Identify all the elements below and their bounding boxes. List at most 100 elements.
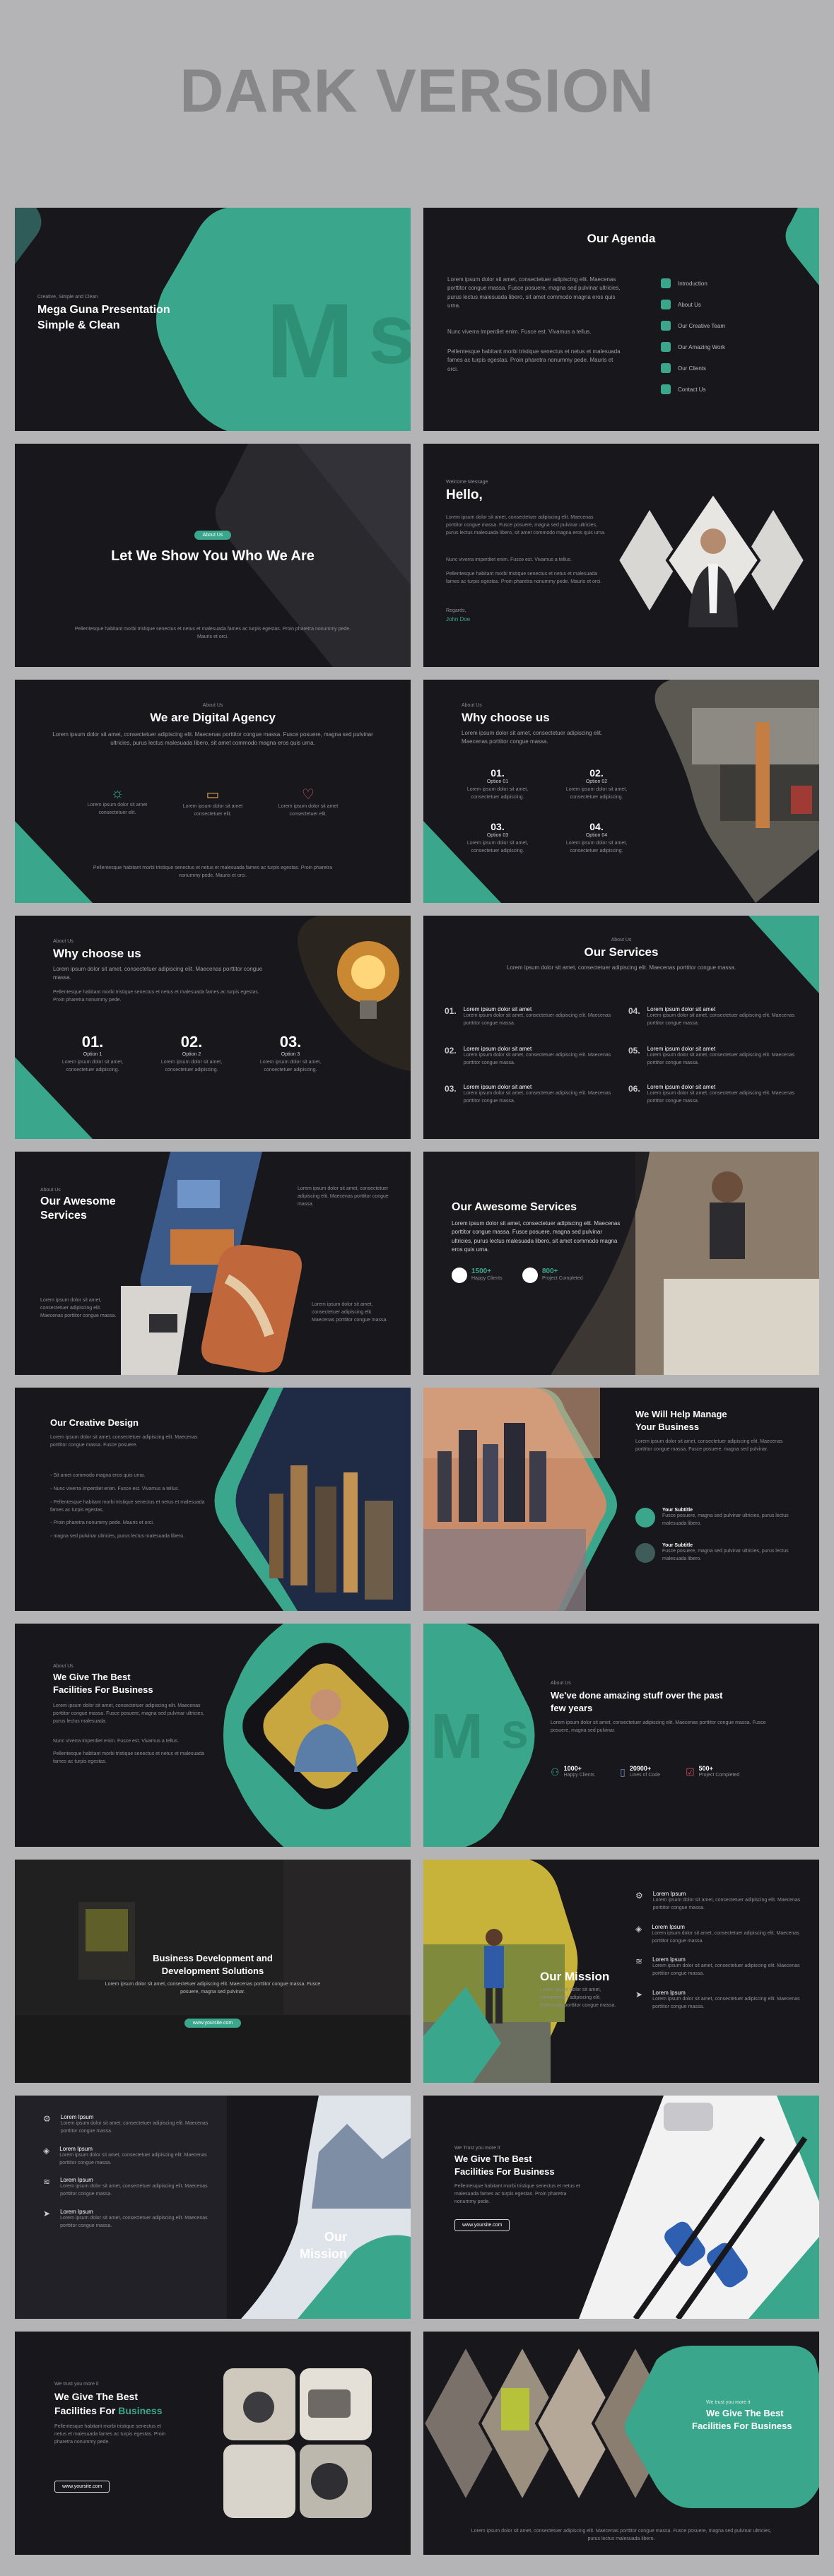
- cube-icon: ◈: [43, 2145, 50, 2156]
- meeting-photo: [423, 1152, 819, 1375]
- service-item: 04. Lorem ipsum dolor sit amet Lorem ipsum…: [628, 1006, 795, 1026]
- users-icon: ⚇: [551, 1766, 560, 1778]
- mission2-title-2: Mission: [299, 2247, 347, 2261]
- cover-title-line1: Mega Guna Presentation: [37, 304, 170, 316]
- mission-item: ⚙ Lorem Ipsum Lorem ipsum dolor sit amet, …: [43, 2114, 213, 2136]
- bizdev-body: Lorem ipsum dolor sit amet, consectetuer…: [105, 1982, 321, 1995]
- cube-icon: ◈: [635, 1923, 642, 1934]
- slide-mission-runner[interactable]: Our Mission Lorem ipsum dolor sit amet, …: [423, 1860, 819, 2083]
- layers-icon: ≋: [635, 1956, 643, 1967]
- option-block: 03. Option 3 Lorem ipsum dolor sit amet, c…: [259, 1033, 322, 1073]
- hello-title: Hello,: [446, 488, 483, 502]
- slide-awesome-collage[interactable]: About Us Our Awesome Services Lorem ipsu…: [15, 1152, 411, 1375]
- bullet-item: ◦ Pellentesque habitant morbi tristique …: [50, 1499, 205, 1513]
- dumbbell-photo: [579, 2096, 819, 2319]
- website-button[interactable]: www.yoursite.com: [454, 2219, 510, 2231]
- stat-item: ☑ 500+ Project Completed: [686, 1765, 740, 1778]
- cover-title-line2: Simple & Clean: [37, 319, 120, 331]
- agenda-item[interactable]: Introduction: [661, 273, 725, 294]
- why-body: Lorem ipsum dolor sit amet, consectetuer…: [462, 730, 603, 745]
- check-icon: [661, 363, 671, 373]
- collage2-button-wrap: www.yoursite.com: [54, 2478, 110, 2493]
- slide-facilities-diamonds[interactable]: We trust you more it We Give The Best Fa…: [423, 2332, 819, 2555]
- creative-body: Lorem ipsum dolor sit amet, consectetuer…: [50, 1435, 198, 1448]
- diamond-photos: [423, 2342, 819, 2508]
- collage2-title-2: Facilities For Business: [54, 2405, 163, 2416]
- hello-para-3: Pellentesque habitant morbi tristique se…: [446, 572, 602, 584]
- website-button[interactable]: www.yoursite.com: [54, 2481, 110, 2493]
- slide-facilities-dumbbells[interactable]: We Trust you more it We Give The Best Fa…: [423, 2096, 819, 2319]
- bullet-item: ◦ magna sed pulvinar ultricies, purus le…: [50, 1534, 185, 1540]
- collage2-title-1: We Give The Best: [54, 2391, 139, 2402]
- who-body: Pellentesque habitant morbi tristique se…: [74, 627, 351, 639]
- collage2-body: Pellentesque habitant morbi tristique se…: [54, 2424, 166, 2445]
- slide-creative-design[interactable]: Our Creative Design Lorem ipsum dolor si…: [15, 1388, 411, 1611]
- mission-item: ➤ Lorem Ipsum Lorem ipsum dolor sit amet, …: [635, 1990, 805, 2011]
- facilities-para-1: Lorem ipsum dolor sit amet, consectetuer…: [53, 1703, 204, 1724]
- service-item: 03. Lorem ipsum dolor sit amet Lorem ipsum…: [445, 1084, 611, 1104]
- checkbox-icon: ☑: [686, 1766, 695, 1778]
- slide-facilities-portrait[interactable]: About Us We Give The Best Facilities For…: [15, 1624, 411, 1847]
- collage2-kicker: We trust you more it: [54, 2382, 99, 2387]
- amazing-title-2: few years: [551, 1703, 593, 1713]
- manage-title-2: Your Business: [635, 1422, 700, 1432]
- hello-signature: John Doe: [446, 616, 471, 622]
- agenda-para-1: Lorem ipsum dolor sit amet, consectetuer…: [447, 276, 621, 309]
- slide-mission-snow[interactable]: ⚙ Lorem Ipsum Lorem ipsum dolor sit amet, …: [15, 2096, 411, 2319]
- website-button[interactable]: www.yoursite.com: [184, 2019, 242, 2028]
- services-body: Lorem ipsum dolor sit amet, consectetuer…: [506, 964, 736, 971]
- agenda-item[interactable]: Our Clients: [661, 358, 725, 379]
- user-icon: [452, 1268, 467, 1283]
- manage-sub-1: Your Subtitle Fusce posuere, magna sed pu…: [635, 1508, 805, 1528]
- awesome-title: Our Awesome Services: [452, 1201, 577, 1213]
- layers-icon: ≋: [43, 2177, 51, 2187]
- collage-kicker: About Us: [40, 1188, 61, 1193]
- mission-body: Lorem ipsum dolor sit amet, consectetuer…: [540, 1987, 616, 2008]
- agenda-item[interactable]: Our Creative Team: [661, 315, 725, 336]
- slide-facilities-collage[interactable]: We trust you more it We Give The Best Fa…: [15, 2332, 411, 2555]
- facilities-title-1: We Give The Best: [53, 1672, 131, 1682]
- service-item: 02. Lorem ipsum dolor sit amet Lorem ipsum…: [445, 1046, 611, 1065]
- service-item: 05. Lorem ipsum dolor sit amet Lorem ipsum…: [628, 1046, 795, 1065]
- slide-business-development[interactable]: Business Development and Development Sol…: [15, 1860, 411, 2083]
- check-icon: [661, 300, 671, 309]
- slide-agenda[interactable]: Our Agenda Lorem ipsum dolor sit amet, c…: [423, 208, 819, 431]
- slide-amazing-stats[interactable]: M s About Us We've done amazing stuff ov…: [423, 1624, 819, 1847]
- awesome-body: Lorem ipsum dolor sit amet, consectetuer…: [452, 1220, 621, 1253]
- dumbbell-kicker: We Trust you more it: [454, 2146, 500, 2151]
- bullet-item: ◦ Nunc viverra imperdiet enim. Fusce est…: [50, 1486, 180, 1491]
- agenda-item[interactable]: Our Amazing Work: [661, 336, 725, 358]
- slide-hello[interactable]: Welcome Message Hello, Lorem ipsum dolor…: [423, 444, 819, 667]
- slide-who-we-are[interactable]: About Us Let We Show You Who We Are Pell…: [15, 444, 411, 667]
- creative-title: Our Creative Design: [50, 1417, 139, 1428]
- slide-digital-agency[interactable]: About Us We are Digital Agency Lorem ips…: [15, 680, 411, 903]
- agenda-item[interactable]: About Us: [661, 294, 725, 315]
- service-item: 06. Lorem ipsum dolor sit amet Lorem ipsum…: [628, 1084, 795, 1104]
- hello-kicker: Welcome Message: [446, 480, 488, 485]
- collage-title-2: Services: [40, 1210, 87, 1222]
- slide-manage-business[interactable]: We Will Help Manage Your Business Lorem …: [423, 1388, 819, 1611]
- agency-col: ▭ Lorem ipsum dolor sit amet consectetue…: [174, 786, 252, 819]
- office-photo: [654, 680, 819, 903]
- portrait-diamonds: [616, 493, 807, 627]
- slide-why-choose-photo[interactable]: About Us Why choose us Lorem ipsum dolor…: [423, 680, 819, 903]
- amazing-stats-row: ⚇ 1000+ Happy Clients ▯ 20900+ Lines of Code…: [551, 1765, 739, 1780]
- option-block: 04. Option 04 Lorem ipsum dolor sit amet, …: [565, 821, 628, 853]
- slide-cover[interactable]: M s Creative, Simple and Clean Mega Guna…: [15, 208, 411, 431]
- slide-why-choose-bulb[interactable]: About Us Why choose us Lorem ipsum dolor…: [15, 916, 411, 1139]
- diamond-title-2: Facilities For Business: [692, 2421, 792, 2431]
- slide-awesome-photo[interactable]: Our Awesome Services Lorem ipsum dolor s…: [423, 1152, 819, 1375]
- slide-services-list[interactable]: About Us Our Services Lorem ipsum dolor …: [423, 916, 819, 1139]
- bullet-item: ◦ Sit amet commodo magna eros quis urna.: [50, 1473, 146, 1478]
- mission-item: ≋ Lorem Ipsum Lorem ipsum dolor sit amet, …: [635, 1956, 805, 1978]
- photo-grid: [223, 2368, 372, 2518]
- agenda-para-3: Pellentesque habitant morbi tristique se…: [447, 348, 621, 372]
- heart-icon: ♡: [302, 787, 315, 803]
- gear-icon: ⚙: [635, 1891, 643, 1901]
- page-title: DARK VERSION: [180, 57, 654, 125]
- agency-columns: ☼ Lorem ipsum dolor sit amet consectetue…: [78, 786, 347, 819]
- check-icon: [661, 342, 671, 352]
- corner-shape: [785, 208, 819, 285]
- stat-projects: 800+ Project Completed: [522, 1268, 583, 1283]
- agenda-item[interactable]: Contact Us: [661, 379, 725, 400]
